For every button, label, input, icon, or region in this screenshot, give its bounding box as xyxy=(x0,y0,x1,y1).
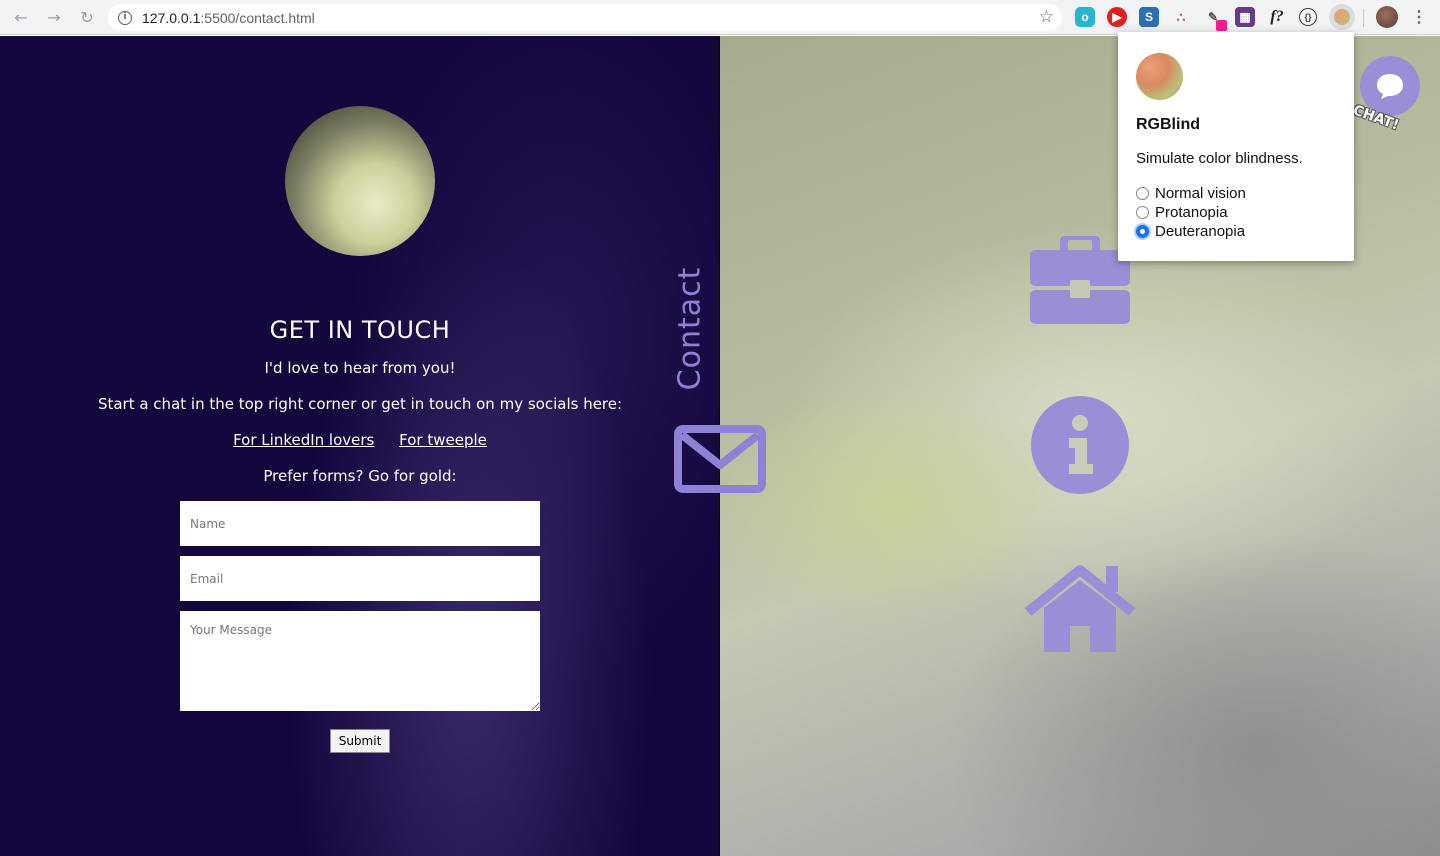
asana-icon[interactable]: ∴ xyxy=(1171,7,1191,27)
option-protanopia[interactable]: Protanopia xyxy=(1136,204,1228,221)
envelope-icon[interactable] xyxy=(674,425,766,493)
twitter-link[interactable]: For tweeple xyxy=(399,431,487,449)
linkedin-link[interactable]: For LinkedIn lovers xyxy=(233,431,374,449)
option-deuteranopia[interactable]: Deuteranopia xyxy=(1136,223,1245,240)
whatfont-icon[interactable]: f? xyxy=(1267,7,1287,27)
rgblind-popup: RGBlind Simulate color blindness. Normal… xyxy=(1118,32,1354,261)
rgblind-logo-icon xyxy=(1136,53,1183,100)
popup-description: Simulate color blindness. xyxy=(1136,150,1303,167)
tampermonkey-icon[interactable]: o xyxy=(1075,7,1095,27)
profile-photo xyxy=(285,106,435,256)
radio-icon[interactable] xyxy=(1136,206,1149,219)
address-bar[interactable]: i 127.0.0.1:5500/contact.html ☆ xyxy=(108,4,1062,31)
social-links: For LinkedIn lovers For tweeple xyxy=(0,431,720,449)
site-info-icon[interactable]: i xyxy=(118,10,132,25)
email-field[interactable] xyxy=(180,556,540,601)
url-text[interactable]: 127.0.0.1:5500/contact.html xyxy=(142,10,315,26)
chat-instruction-text: Start a chat in the top right corner or … xyxy=(97,395,623,413)
submit-button[interactable]: Submit xyxy=(330,729,390,753)
browser-toolbar: ← → ↻ i 127.0.0.1:5500/contact.html ☆ o … xyxy=(0,0,1440,35)
page-title: GET IN TOUCH xyxy=(269,316,451,344)
greeting-text: I'd love to hear from you! xyxy=(264,359,456,377)
rgblind-toolbar-icon[interactable] xyxy=(1329,4,1355,30)
s-icon[interactable]: S xyxy=(1139,7,1159,27)
profile-avatar[interactable] xyxy=(1376,6,1398,28)
chat-bubble-icon xyxy=(1377,74,1403,99)
message-field[interactable] xyxy=(180,611,540,711)
ublock-icon[interactable]: ▶ xyxy=(1107,7,1127,27)
back-arrow-icon[interactable]: ← xyxy=(10,6,32,28)
popup-title: RGBlind xyxy=(1136,116,1200,133)
bracket-icon[interactable]: {} xyxy=(1299,8,1317,26)
forms-text: Prefer forms? Go for gold: xyxy=(263,467,457,485)
section-label: Contact xyxy=(672,266,708,391)
radio-selected-icon[interactable] xyxy=(1136,225,1149,238)
badge-icon xyxy=(1216,20,1227,31)
image-icon[interactable]: ▦ xyxy=(1235,7,1255,27)
briefcase-icon[interactable] xyxy=(1030,236,1130,326)
bookmark-star-icon[interactable]: ☆ xyxy=(1039,7,1054,27)
reload-icon[interactable]: ↻ xyxy=(76,6,98,28)
toolbar-divider xyxy=(1363,9,1364,27)
forward-arrow-icon[interactable]: → xyxy=(43,6,65,28)
name-field[interactable] xyxy=(180,501,540,546)
radio-icon[interactable] xyxy=(1136,187,1149,200)
option-normal-vision[interactable]: Normal vision xyxy=(1136,185,1246,202)
info-icon[interactable] xyxy=(1031,396,1129,494)
home-icon[interactable] xyxy=(1024,564,1136,654)
menu-dots-icon[interactable]: ⋮ xyxy=(1409,7,1429,27)
contact-pane: GET IN TOUCH I'd love to hear from you! … xyxy=(0,36,720,856)
